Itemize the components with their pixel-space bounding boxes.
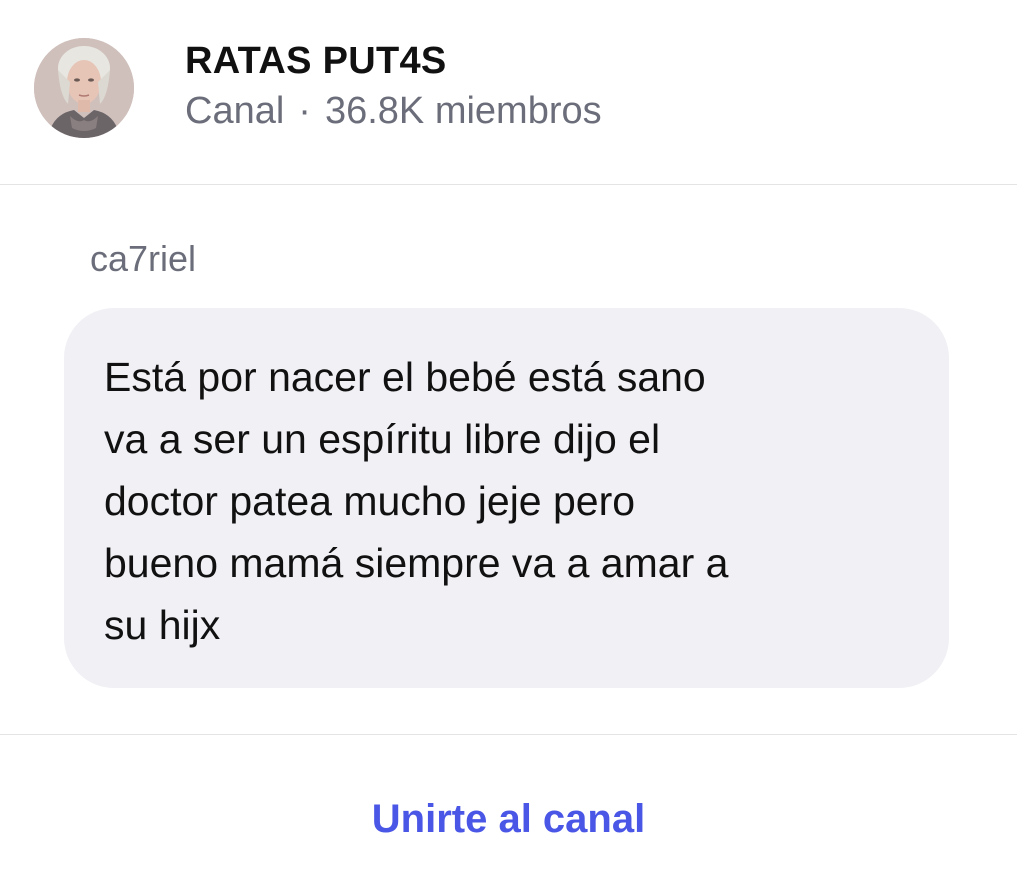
meta-separator: ·	[298, 90, 311, 132]
channel-subtitle: Canal · 36.8K miembros	[185, 90, 602, 133]
channel-avatar[interactable]	[34, 38, 134, 138]
message-sender: ca7riel	[90, 238, 197, 279]
avatar-portrait-icon	[34, 38, 134, 138]
message-line: su hijx	[104, 602, 221, 648]
channel-title: RATAS PUT4S	[185, 40, 447, 82]
message-line: doctor patea mucho jeje pero	[104, 478, 636, 524]
join-channel-button[interactable]: Unirte al canal	[0, 797, 1017, 842]
channel-type: Canal	[185, 90, 285, 132]
footer-divider	[0, 734, 1017, 735]
channel-header: RATAS PUT4S Canal · 36.8K miembros	[0, 0, 1017, 185]
message-text: Está por nacer el bebé está sano va a se…	[104, 346, 919, 656]
message-line: va a ser un espíritu libre dijo el	[104, 416, 661, 462]
message-line: bueno mamá siempre va a amar a	[104, 540, 729, 586]
message-bubble: Está por nacer el bebé está sano va a se…	[64, 308, 949, 688]
member-count: 36.8K miembros	[324, 90, 602, 132]
message-line: Está por nacer el bebé está sano	[104, 354, 706, 400]
